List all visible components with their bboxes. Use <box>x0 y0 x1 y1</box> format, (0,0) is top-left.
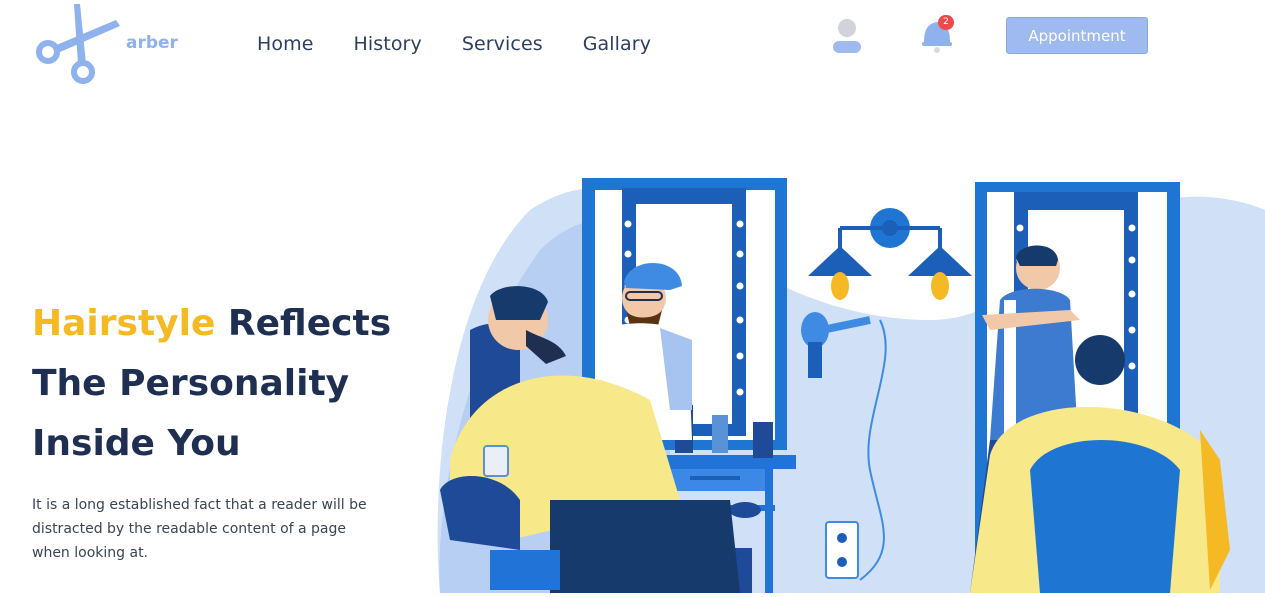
hero-title-highlight: Hairstyle <box>32 303 216 344</box>
hero-title: Hairstyle Reflects The Personality Insid… <box>32 294 412 474</box>
appointment-button[interactable]: Appointment <box>1006 17 1148 54</box>
barbershop-illustration-art <box>437 178 1265 594</box>
hero-title-line-2: The Personality <box>32 363 350 404</box>
main-nav: Home History Services Gallary <box>257 33 691 55</box>
nav-history[interactable]: History <box>354 33 422 55</box>
hero-description: It is a long established fact that a rea… <box>32 497 367 561</box>
site-header: arber Home History Services Gallary 2 Ap… <box>0 0 1265 95</box>
scissors-icon <box>36 4 120 84</box>
hero-title-line-3: Inside You <box>32 423 241 464</box>
barbershop-illustration <box>430 170 1265 594</box>
nav-services[interactable]: Services <box>462 33 543 55</box>
logo-text: arber <box>126 33 178 53</box>
logo[interactable]: arber <box>36 2 186 90</box>
nav-gallary[interactable]: Gallary <box>583 33 651 55</box>
notification-badge: 2 <box>938 15 954 30</box>
nav-home[interactable]: Home <box>257 33 314 55</box>
hero-title-rest: Reflects <box>215 303 392 344</box>
user-avatar-icon[interactable] <box>830 17 864 57</box>
